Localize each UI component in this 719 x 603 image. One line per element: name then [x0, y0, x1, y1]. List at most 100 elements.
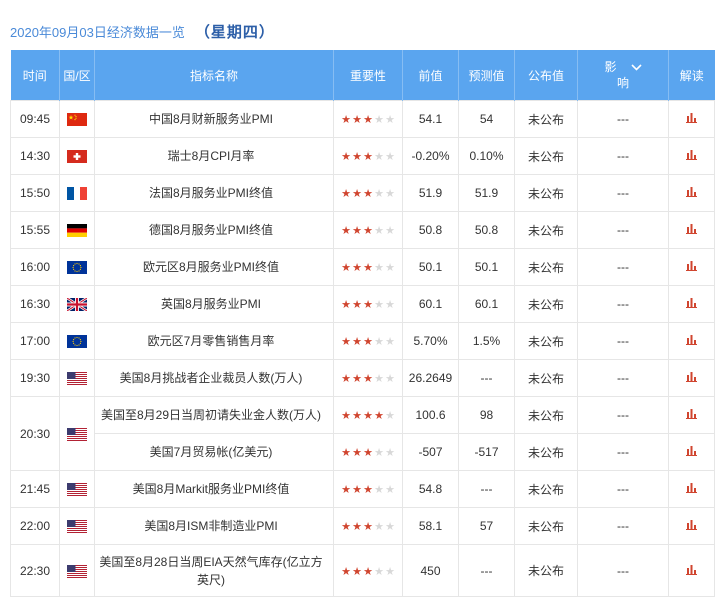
row-previous: 5.70% — [402, 322, 459, 360]
row-importance: ★ ★ ★ ★ ★ — [333, 137, 403, 175]
bar-chart-icon[interactable] — [686, 334, 697, 348]
table-header-row: 时间 国/区 指标名称 重要性 前值 预测值 公布值 影 响 解读 — [10, 50, 715, 101]
row-impact: --- — [577, 544, 669, 597]
row-indicator[interactable]: 英国8月服务业PMI — [94, 285, 334, 323]
row-analysis[interactable] — [668, 322, 715, 360]
row-importance: ★ ★ ★ ★ ★ — [333, 396, 403, 434]
row-analysis[interactable] — [668, 470, 715, 508]
germany-flag — [67, 224, 87, 238]
row-indicator[interactable]: 中国8月财新服务业PMI — [94, 100, 334, 138]
us-flag — [67, 520, 87, 534]
indicator-name[interactable]: 法国8月服务业PMI终值 — [95, 184, 333, 202]
row-forecast: 60.1 — [458, 285, 515, 323]
star-icon: ★ — [341, 410, 351, 422]
indicator-name[interactable]: 欧元区7月零售销售月率 — [95, 332, 333, 350]
bar-chart-icon[interactable] — [686, 297, 697, 311]
row-indicator[interactable]: 美国8月挑战者企业裁员人数(万人) — [94, 359, 334, 397]
chevron-down-icon[interactable] — [630, 59, 642, 75]
star-icon: ★ — [341, 336, 351, 348]
bar-chart-icon[interactable] — [686, 445, 697, 459]
row-analysis[interactable] — [668, 544, 715, 597]
row-time: 22:30 — [10, 544, 60, 597]
star-icon: ★ — [341, 188, 351, 200]
indicator-name[interactable]: 美国8月ISM非制造业PMI — [95, 517, 333, 535]
row-indicator[interactable]: 法国8月服务业PMI终值 — [94, 174, 334, 212]
star-icon: ★ — [352, 373, 362, 385]
bar-chart-icon[interactable] — [686, 371, 697, 385]
row-analysis[interactable] — [668, 174, 715, 212]
row-country — [59, 544, 95, 597]
indicator-name[interactable]: 美国8月挑战者企业裁员人数(万人) — [95, 369, 333, 387]
indicator-name[interactable]: 德国8月服务业PMI终值 — [95, 221, 333, 239]
star-icon: ★ — [363, 151, 373, 163]
star-icon: ★ — [352, 262, 362, 274]
star-icon: ★ — [352, 225, 362, 237]
star-icon: ★ — [374, 447, 384, 459]
row-previous: -0.20% — [402, 137, 459, 175]
indicator-name[interactable]: 美国7月贸易帐(亿美元) — [95, 443, 333, 461]
table-row: 21:45 美国8月Markit服务业PMI终值 ★ ★ ★ ★ ★ 54.8 --- 未公布 --… — [10, 470, 715, 508]
bar-chart-icon[interactable] — [686, 112, 697, 126]
row-country — [59, 359, 95, 397]
row-analysis[interactable] — [668, 507, 715, 545]
indicator-name[interactable]: 瑞士8月CPI月率 — [95, 147, 333, 165]
bar-chart-icon[interactable] — [686, 149, 697, 163]
star-icon: ★ — [341, 447, 351, 459]
row-analysis[interactable] — [668, 211, 715, 249]
row-previous: 450 — [402, 544, 459, 597]
row-analysis[interactable] — [668, 433, 715, 471]
row-indicator[interactable]: 美国8月ISM非制造业PMI — [94, 507, 334, 545]
bar-chart-icon[interactable] — [686, 186, 697, 200]
star-icon: ★ — [341, 225, 351, 237]
table-row: 16:30 英国8月服务业PMI ★ ★ ★ ★ ★ 60.1 60.1 未公布 --- — [10, 285, 715, 323]
row-analysis[interactable] — [668, 137, 715, 175]
bar-chart-icon[interactable] — [686, 519, 697, 533]
indicator-name[interactable]: 美国8月Markit服务业PMI终值 — [95, 480, 333, 498]
row-indicator[interactable]: 欧元区8月服务业PMI终值 — [94, 248, 334, 286]
indicator-name[interactable]: 欧元区8月服务业PMI终值 — [95, 258, 333, 276]
row-importance: ★ ★ ★ ★ ★ — [333, 174, 403, 212]
row-country — [59, 174, 95, 212]
star-icon: ★ — [352, 484, 362, 496]
bar-chart-icon[interactable] — [686, 482, 697, 496]
bar-chart-icon[interactable] — [686, 564, 697, 578]
col-impact-header[interactable]: 影 响 — [577, 50, 669, 101]
col-analysis-header: 解读 — [668, 50, 715, 101]
bar-chart-icon[interactable] — [686, 223, 697, 237]
row-indicator[interactable]: 德国8月服务业PMI终值 — [94, 211, 334, 249]
star-icon: ★ — [374, 225, 384, 237]
row-previous: 54.8 — [402, 470, 459, 508]
star-icon: ★ — [341, 262, 351, 274]
indicator-name[interactable]: 英国8月服务业PMI — [95, 295, 333, 313]
economic-calendar-page: 2020年09月03日经济数据一览 （星期四） 时间 国/区 指标名称 重要性 … — [0, 0, 719, 603]
row-importance: ★ ★ ★ ★ ★ — [333, 285, 403, 323]
row-importance: ★ ★ ★ ★ ★ — [333, 322, 403, 360]
row-indicator[interactable]: 欧元区7月零售销售月率 — [94, 322, 334, 360]
star-icon: ★ — [363, 114, 373, 126]
indicator-name[interactable]: 美国至8月28日当周EIA天然气库存(亿立方英尺) — [95, 553, 333, 589]
star-icon: ★ — [341, 373, 351, 385]
star-icon: ★ — [352, 188, 362, 200]
bar-chart-icon[interactable] — [686, 260, 697, 274]
row-indicator[interactable]: 瑞士8月CPI月率 — [94, 137, 334, 175]
row-analysis[interactable] — [668, 359, 715, 397]
importance-stars: ★ ★ ★ ★ ★ — [341, 522, 396, 533]
row-country — [59, 322, 95, 360]
row-indicator[interactable]: 美国8月Markit服务业PMI终值 — [94, 470, 334, 508]
table-row: 20:30 美国至8月29日当周初请失业金人数(万人) ★ ★ ★ ★ ★ 100.6 98 未公… — [10, 396, 715, 471]
row-analysis[interactable] — [668, 248, 715, 286]
row-analysis[interactable] — [668, 100, 715, 138]
row-analysis[interactable] — [668, 396, 715, 434]
row-indicator[interactable]: 美国至8月28日当周EIA天然气库存(亿立方英尺) — [94, 544, 334, 597]
row-indicator[interactable]: 美国至8月29日当周初请失业金人数(万人) — [94, 396, 334, 434]
row-indicator[interactable]: 美国7月贸易帐(亿美元) — [94, 433, 334, 471]
row-analysis[interactable] — [668, 285, 715, 323]
col-importance-header: 重要性 — [333, 50, 403, 101]
star-icon: ★ — [374, 299, 384, 311]
star-icon: ★ — [363, 484, 373, 496]
row-previous: 60.1 — [402, 285, 459, 323]
indicator-name[interactable]: 美国至8月29日当周初请失业金人数(万人) — [95, 406, 333, 424]
indicator-name[interactable]: 中国8月财新服务业PMI — [95, 110, 333, 128]
row-impact: --- — [577, 470, 669, 508]
bar-chart-icon[interactable] — [686, 408, 697, 422]
